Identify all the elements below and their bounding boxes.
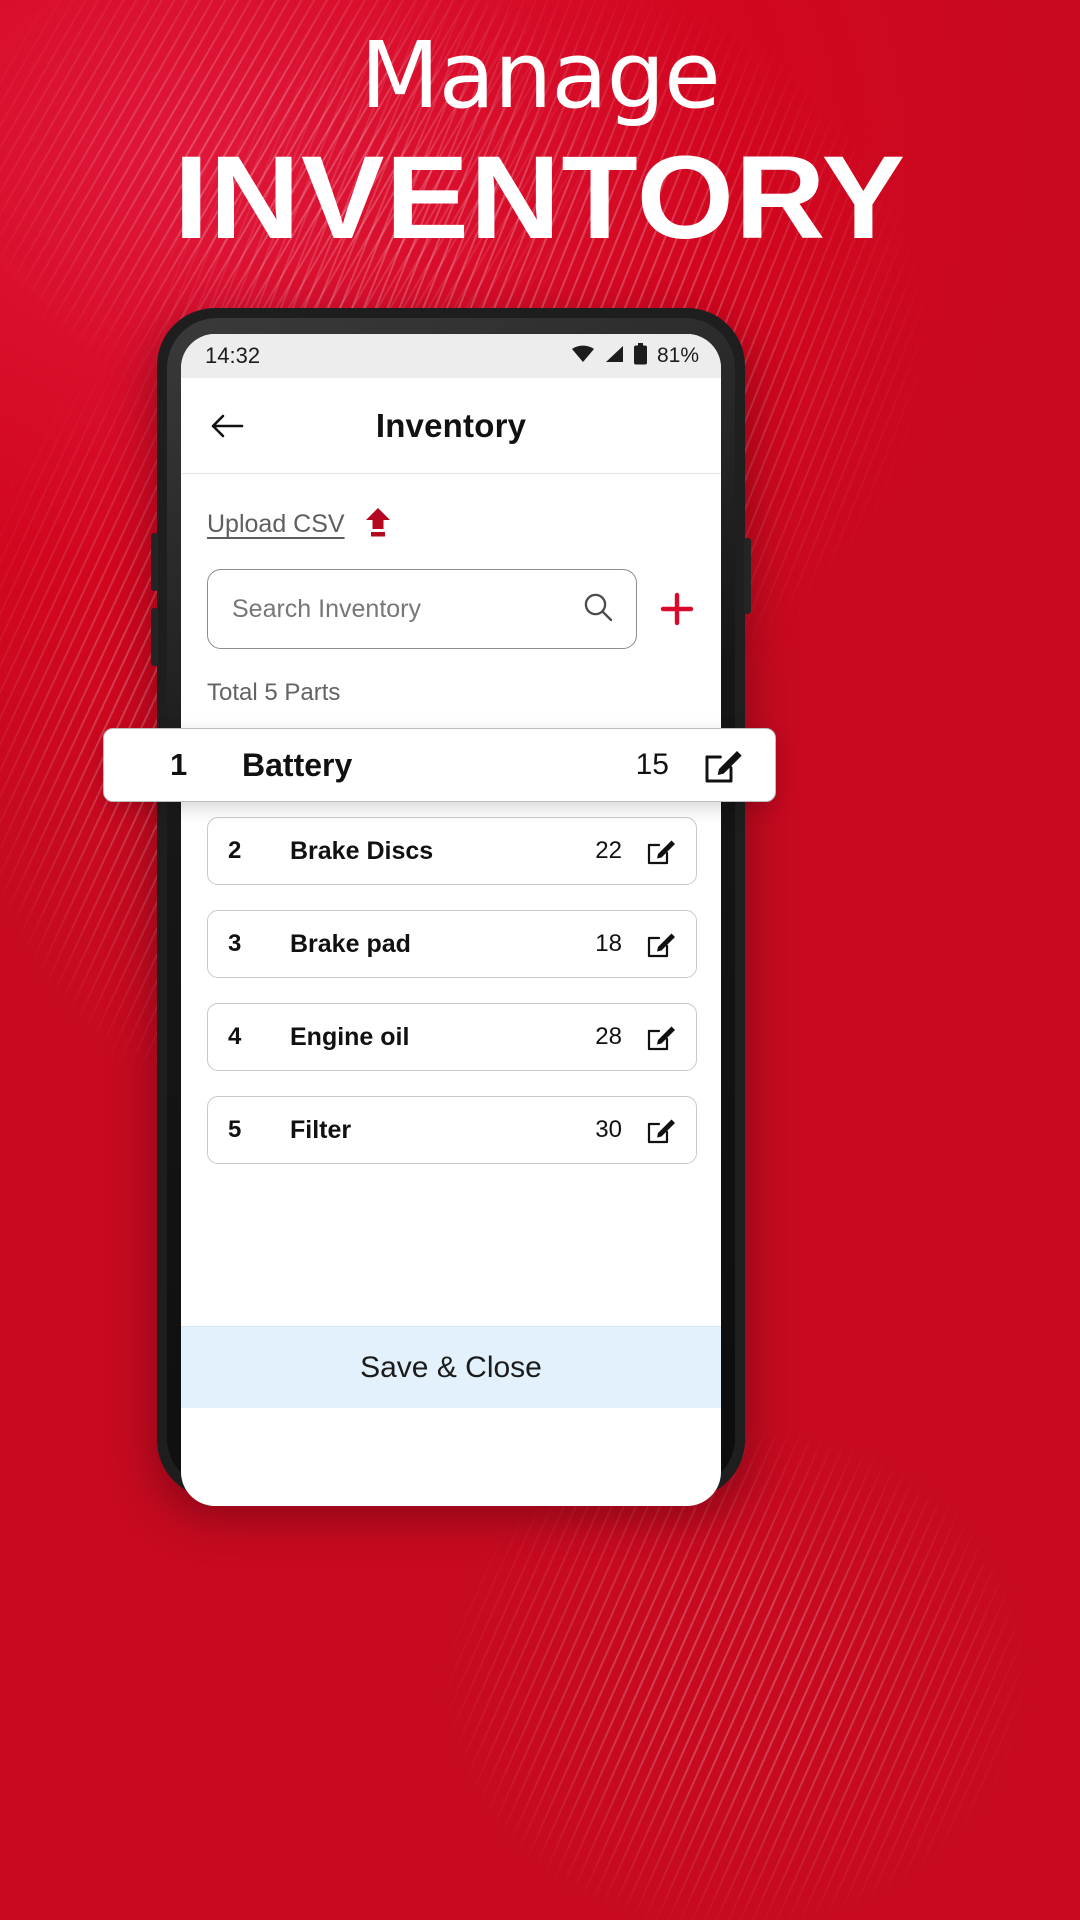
row-index: 2 — [228, 837, 242, 864]
phone-mockup: 14:32 81% Inventory Upload CSV Search In… — [151, 308, 751, 1506]
row-quantity: 18 — [595, 930, 622, 957]
row-index: 4 — [228, 1023, 242, 1050]
signal-icon — [603, 344, 625, 369]
volume-down-button[interactable] — [151, 608, 158, 666]
app-content: Upload CSV Search Inventory Total 5 Part… — [181, 474, 721, 1408]
edit-pencil-icon[interactable] — [644, 927, 678, 961]
status-icon-group: 81% — [571, 342, 699, 370]
table-row[interactable]: 5 Filter 30 — [207, 1096, 697, 1164]
headline-line-2: INVENTORY — [173, 131, 907, 264]
total-parts-label: Total 5 Parts — [207, 679, 341, 706]
edit-pencil-icon[interactable] — [701, 743, 745, 787]
row-index: 5 — [228, 1116, 242, 1143]
status-bar: 14:32 81% — [181, 334, 721, 378]
battery-icon — [633, 342, 648, 370]
headline-line-1: Manage — [360, 22, 720, 129]
save-and-close-button[interactable]: Save & Close — [181, 1326, 721, 1408]
volume-up-button[interactable] — [151, 533, 158, 591]
table-row[interactable]: 4 Engine oil 28 — [207, 1003, 697, 1071]
row-part-name: Filter — [290, 1115, 352, 1144]
back-arrow-icon[interactable] — [207, 406, 247, 446]
power-button[interactable] — [744, 538, 751, 614]
table-row[interactable]: 2 Brake Discs 22 — [207, 817, 697, 885]
row-part-name: Brake pad — [290, 929, 411, 958]
row-index: 1 — [170, 747, 188, 782]
row-index: 3 — [228, 930, 242, 957]
status-time: 14:32 — [205, 343, 261, 368]
phone-screen: 14:32 81% Inventory Upload CSV Search In… — [181, 334, 721, 1506]
row-quantity: 30 — [595, 1116, 622, 1143]
row-part-name: Brake Discs — [290, 836, 434, 865]
add-part-button[interactable] — [655, 587, 699, 631]
edit-pencil-icon[interactable] — [644, 1113, 678, 1147]
app-bar: Inventory — [181, 378, 721, 474]
battery-percent-label: 81% — [656, 344, 699, 367]
part-list: 2 Brake Discs 22 3 Brake pad 18 4 Engine… — [203, 741, 699, 1164]
row-quantity: 22 — [595, 837, 622, 864]
search-input[interactable] — [232, 594, 582, 624]
upload-arrow-icon[interactable] — [363, 506, 393, 543]
search-icon[interactable] — [582, 591, 614, 628]
row-part-name: Engine oil — [290, 1022, 410, 1051]
row-quantity: 15 — [635, 748, 669, 781]
search-box[interactable] — [207, 569, 637, 649]
wifi-icon — [571, 344, 595, 369]
search-row — [203, 569, 699, 649]
poster-headline: Manage INVENTORY — [0, 22, 1080, 264]
page-title: Inventory — [375, 406, 527, 444]
row-part-name: Battery — [242, 746, 353, 783]
table-row[interactable]: 3 Brake pad 18 — [207, 910, 697, 978]
edit-pencil-icon[interactable] — [644, 1020, 678, 1054]
promo-poster: Manage INVENTORY 14:32 81% Inventory Upl… — [0, 0, 1080, 1920]
table-row-highlighted[interactable]: 1 Battery 15 — [103, 728, 776, 802]
edit-pencil-icon[interactable] — [644, 834, 678, 868]
row-quantity: 28 — [595, 1023, 622, 1050]
upload-csv-row[interactable]: Upload CSV — [203, 474, 699, 543]
upload-csv-link[interactable]: Upload CSV — [207, 510, 345, 539]
